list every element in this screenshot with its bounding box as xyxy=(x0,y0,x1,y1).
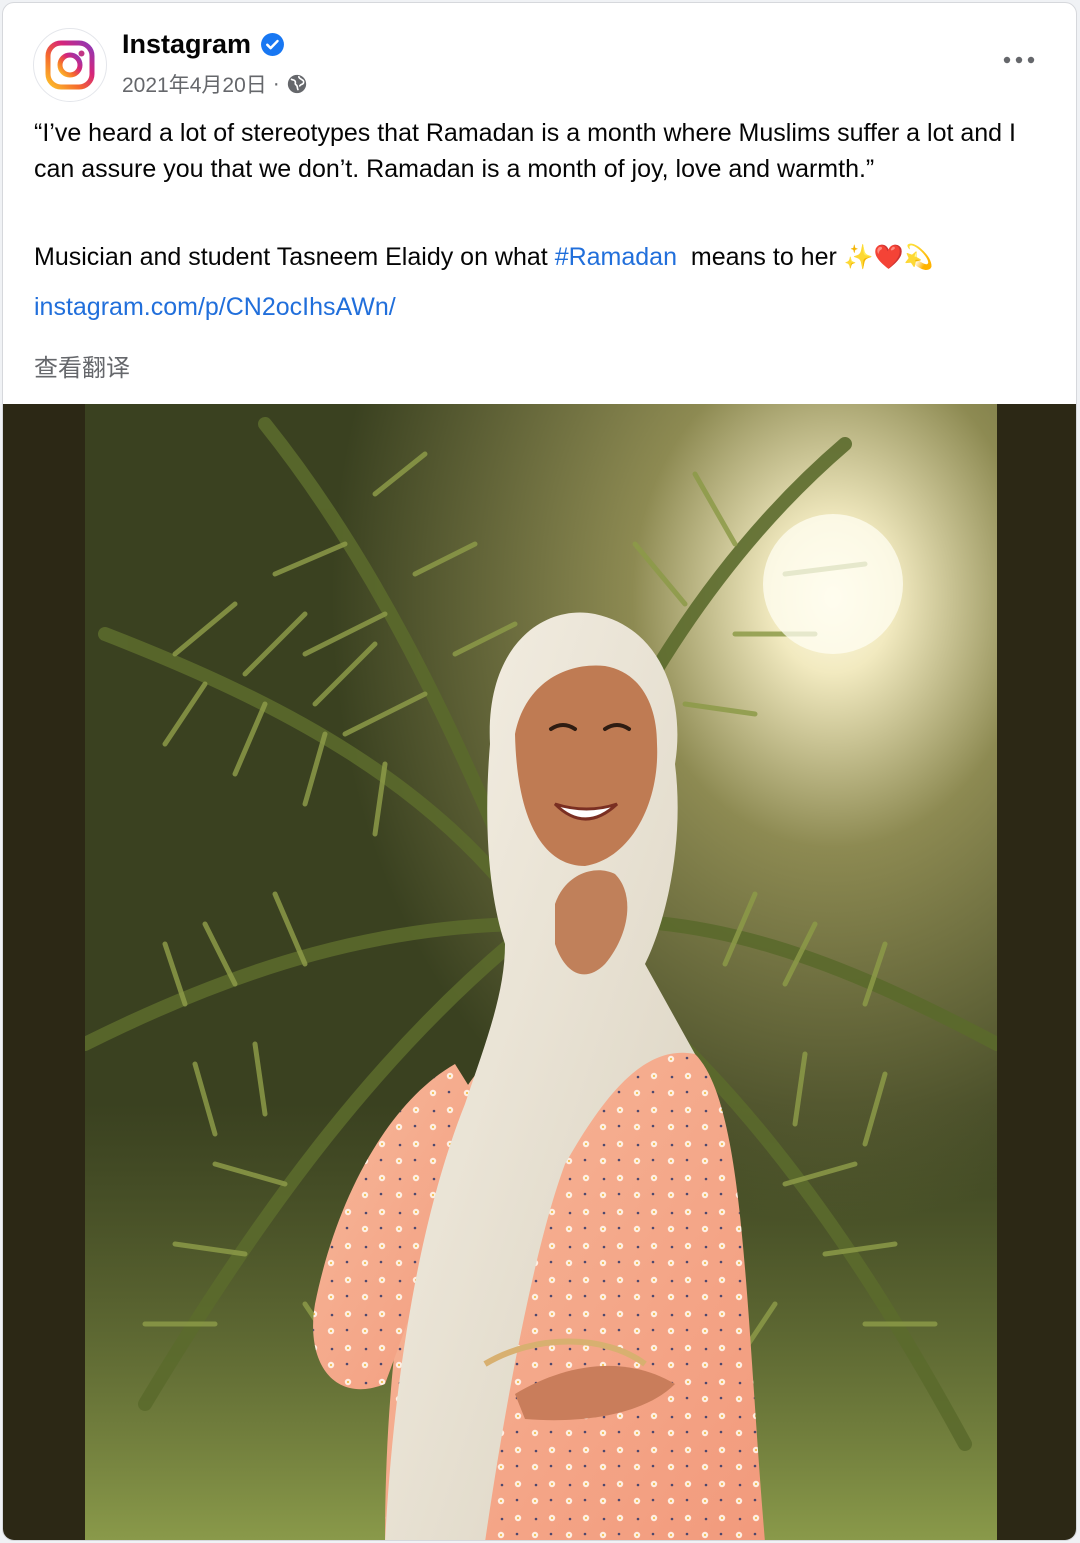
post-card: Instagram 2021年4月20日 · “I’ve heard a lot… xyxy=(2,2,1077,1541)
caption-text-end: means to her xyxy=(677,243,844,271)
verified-badge-icon xyxy=(261,33,285,56)
emoji-sparkles-heart: ✨❤️💫 xyxy=(843,243,934,271)
photo-container[interactable] xyxy=(3,404,1076,1540)
post-photo[interactable] xyxy=(85,404,997,1540)
globe-icon[interactable] xyxy=(286,73,308,95)
post-quote: “I’ve heard a lot of stereotypes that Ra… xyxy=(34,119,1016,183)
page-name-row: Instagram xyxy=(122,29,285,60)
hashtag-link[interactable]: #Ramadan xyxy=(555,243,677,271)
post-caption: Musician and student Tasneem Elaidy on w… xyxy=(34,239,1044,275)
post-meta: 2021年4月20日 · xyxy=(122,69,308,99)
post-link-row: instagram.com/p/CN2ocIhsAWn/ xyxy=(34,289,1044,325)
woman-palm-photo-image xyxy=(85,404,997,1540)
see-translation-button[interactable]: 查看翻译 xyxy=(34,348,130,383)
meta-separator: · xyxy=(272,72,280,95)
instagram-logo-icon xyxy=(45,40,95,90)
page-name[interactable]: Instagram xyxy=(122,29,251,60)
post-link[interactable]: instagram.com/p/CN2ocIhsAWn/ xyxy=(34,293,396,321)
caption-text: Musician and student Tasneem Elaidy on w… xyxy=(34,243,555,271)
more-options-icon xyxy=(1003,56,1035,64)
instagram-avatar[interactable] xyxy=(33,28,107,102)
more-options-button[interactable] xyxy=(997,43,1041,77)
post-date[interactable]: 2021年4月20日 xyxy=(122,69,267,99)
